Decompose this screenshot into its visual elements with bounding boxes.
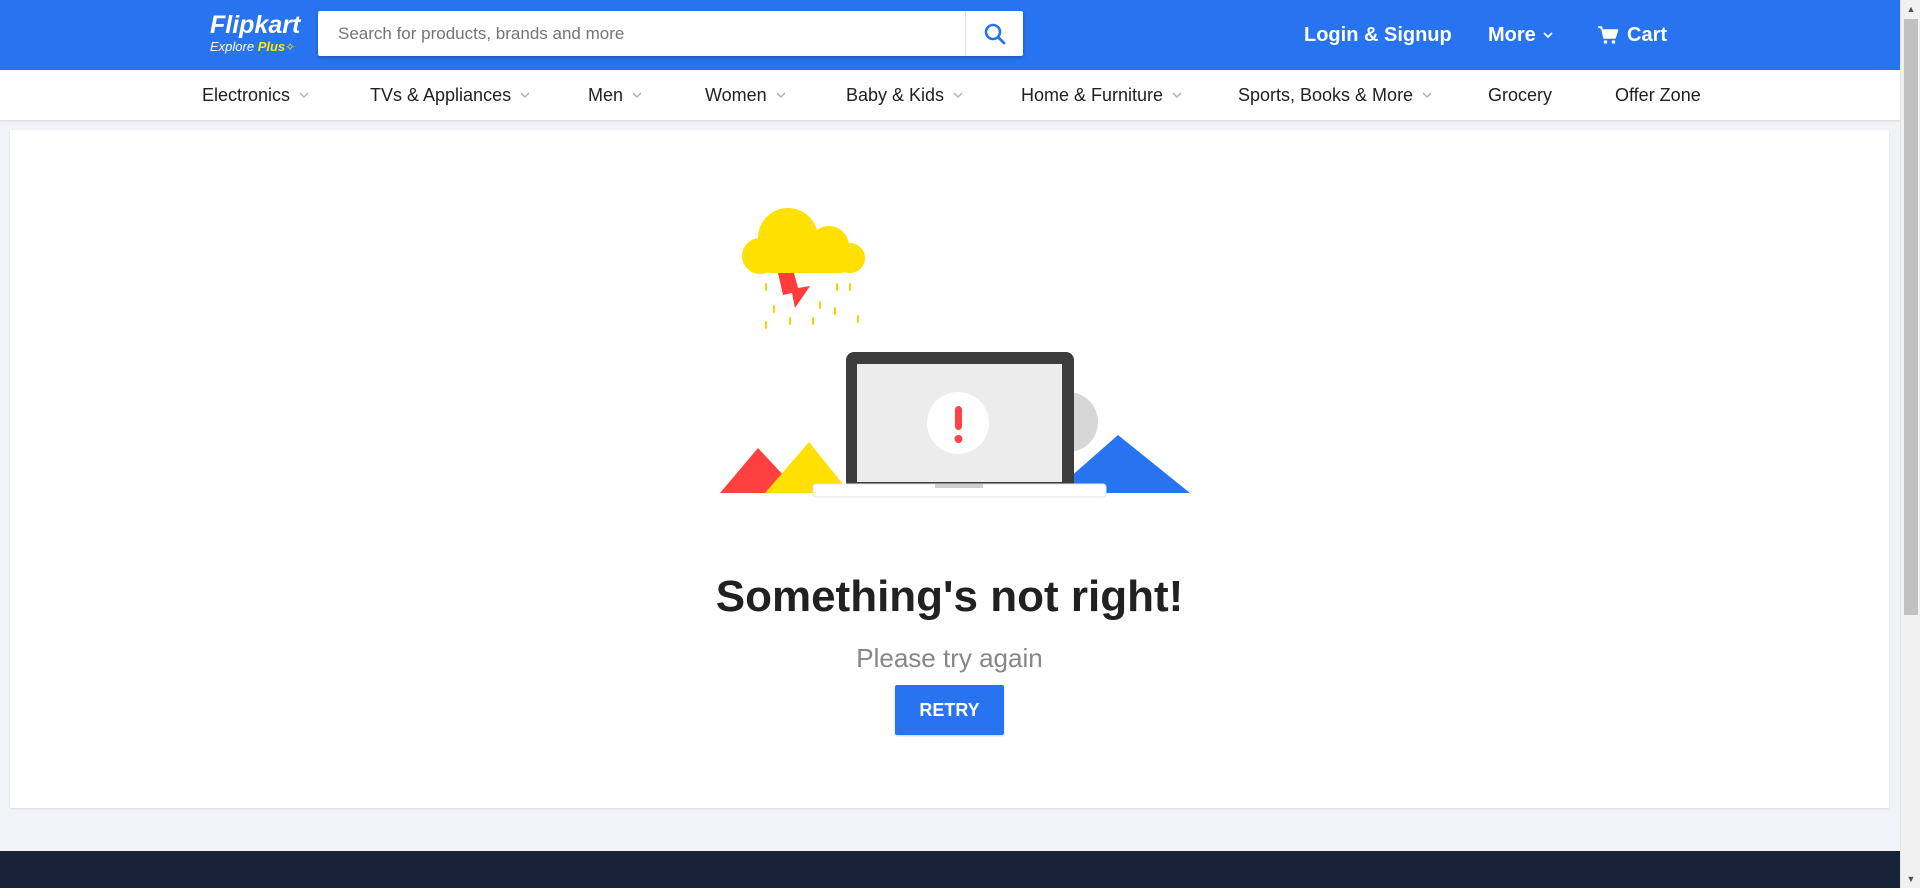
search-icon bbox=[984, 23, 1005, 44]
category-label: Electronics bbox=[202, 85, 291, 105]
retry-button[interactable]: RETRY bbox=[895, 685, 1004, 735]
cloud-icon bbox=[742, 208, 865, 274]
vertical-scrollbar[interactable]: ▲ ▼ bbox=[1900, 0, 1920, 888]
chevron-down-icon bbox=[1422, 92, 1432, 98]
plus-icon: ✧ bbox=[285, 40, 296, 54]
logo-tagline-prefix: Explore bbox=[210, 39, 255, 54]
error-title: Something's not right! bbox=[715, 572, 1184, 621]
chevron-down-icon bbox=[632, 92, 642, 98]
category-men[interactable]: Men bbox=[588, 84, 643, 106]
category-bar: Electronics TVs & Appliances Men Women B… bbox=[0, 70, 1900, 120]
cart-label: Cart bbox=[1627, 24, 1668, 46]
top-header: Flipkart Explore Plus✧ Login & Signup Mo… bbox=[0, 0, 1900, 70]
chevron-down-icon bbox=[1172, 92, 1182, 98]
cart-link[interactable]: Cart bbox=[1597, 22, 1667, 48]
category-label: Women bbox=[705, 85, 767, 105]
category-label: Grocery bbox=[1488, 85, 1553, 105]
logo-tagline-plus: Plus bbox=[257, 39, 286, 54]
category-label: Home & Furniture bbox=[1021, 85, 1164, 105]
more-menu[interactable]: More bbox=[1488, 22, 1554, 48]
category-label: Offer Zone bbox=[1615, 85, 1701, 105]
chevron-down-icon bbox=[1543, 32, 1553, 39]
error-subtitle: Please try again bbox=[856, 643, 1043, 673]
category-sports-books-more[interactable]: Sports, Books & More bbox=[1238, 84, 1433, 106]
category-label: TVs & Appliances bbox=[370, 85, 512, 105]
scroll-down-icon[interactable]: ▼ bbox=[1906, 874, 1916, 884]
lightning-icon bbox=[778, 273, 810, 308]
logo-brand: Flipkart bbox=[210, 11, 301, 39]
chevron-down-icon bbox=[299, 92, 309, 98]
scroll-up-icon[interactable]: ▲ bbox=[1906, 4, 1916, 14]
rain-drops bbox=[765, 283, 859, 329]
cart-icon bbox=[1598, 26, 1619, 44]
category-electronics[interactable]: Electronics bbox=[202, 84, 310, 106]
login-signup-link[interactable]: Login & Signup bbox=[1304, 22, 1452, 48]
category-label: Sports, Books & More bbox=[1238, 85, 1414, 105]
more-label: More bbox=[1488, 24, 1536, 46]
chevron-down-icon bbox=[776, 92, 786, 98]
category-label: Baby & Kids bbox=[846, 85, 945, 105]
chevron-down-icon bbox=[520, 92, 530, 98]
error-card: Something's not right! Please try again … bbox=[10, 130, 1889, 808]
category-baby-kids[interactable]: Baby & Kids bbox=[846, 84, 964, 106]
search-button[interactable] bbox=[965, 11, 1023, 56]
scrollbar-thumb[interactable] bbox=[1904, 19, 1918, 615]
category-offer-zone[interactable]: Offer Zone bbox=[1615, 84, 1701, 106]
chevron-down-icon bbox=[953, 92, 963, 98]
search-input[interactable] bbox=[318, 11, 965, 56]
flipkart-logo[interactable]: Flipkart Explore Plus✧ bbox=[210, 12, 304, 56]
search-bar bbox=[318, 11, 1023, 56]
category-women[interactable]: Women bbox=[705, 84, 787, 106]
category-label: Men bbox=[588, 85, 624, 105]
footer bbox=[0, 851, 1900, 888]
error-illustration bbox=[720, 208, 1190, 498]
category-tvs-appliances[interactable]: TVs & Appliances bbox=[370, 84, 531, 106]
category-grocery[interactable]: Grocery bbox=[1488, 84, 1552, 106]
category-home-furniture[interactable]: Home & Furniture bbox=[1021, 84, 1183, 106]
laptop-icon bbox=[812, 352, 1107, 498]
logo-tagline: Explore Plus✧ bbox=[210, 39, 304, 55]
